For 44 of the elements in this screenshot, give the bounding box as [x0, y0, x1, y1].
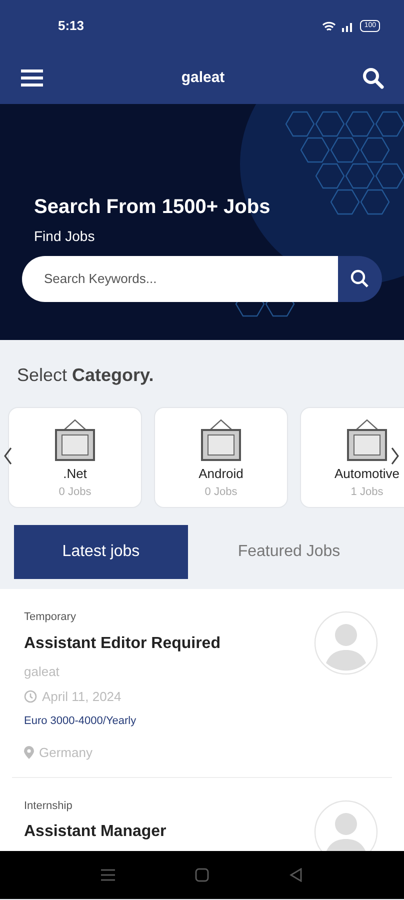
avatar-icon	[314, 611, 378, 675]
search-field[interactable]: Search Keywords...	[22, 256, 338, 302]
job-type: Temporary	[24, 610, 77, 625]
status-time: 5:13	[58, 17, 84, 36]
picture-frame-icon	[52, 418, 98, 462]
category-count: 0 Jobs	[58, 484, 92, 500]
picture-frame-icon	[198, 418, 244, 462]
menu-button[interactable]	[20, 69, 44, 87]
chevron-right-icon	[390, 447, 400, 465]
category-name: .Net	[63, 465, 87, 483]
category-count: 0 Jobs	[204, 484, 238, 500]
next-arrow[interactable]	[390, 447, 400, 465]
search-submit-button[interactable]	[338, 256, 382, 302]
category-card[interactable]: .Net 0 Jobs	[8, 407, 142, 508]
category-count: 1 Jobs	[350, 484, 384, 500]
picture-frame-icon	[344, 418, 390, 462]
category-card[interactable]: Automotive 1 Jobs	[300, 407, 404, 508]
hero-subheading: Find Jobs	[34, 227, 96, 246]
back-icon[interactable]	[289, 868, 303, 882]
salary: Euro 3000-4000/Yearly	[24, 714, 138, 728]
category-card[interactable]: Android 0 Jobs	[154, 407, 288, 508]
location-pin-icon	[24, 746, 34, 760]
wifi-icon	[322, 20, 336, 32]
chevron-left-icon	[3, 447, 13, 465]
job-title[interactable]: Assistant Manager	[24, 820, 380, 844]
job-location: Germany	[39, 744, 92, 762]
hero-heading: Search From 1500+ Jobs	[34, 195, 272, 220]
category-name: Android	[198, 465, 244, 483]
recents-icon[interactable]	[101, 869, 115, 881]
category-name: Automotive	[334, 465, 400, 483]
job-type: Internship	[24, 798, 74, 814]
company-name: galeat	[24, 662, 60, 681]
previous-arrow[interactable]	[3, 447, 13, 465]
app-title: galeat	[181, 68, 225, 88]
search-icon	[362, 67, 384, 89]
home-icon[interactable]	[195, 868, 209, 882]
search-button[interactable]	[362, 67, 384, 89]
clock-icon	[24, 690, 37, 704]
category-title: Select Category.	[16, 364, 155, 387]
tab[interactable]: Latest jobs	[14, 525, 188, 579]
menu-icon	[20, 69, 44, 87]
job-title[interactable]: Assistant Editor Required	[24, 632, 380, 656]
posted-date: April 11, 2024	[42, 688, 122, 706]
search-icon	[350, 269, 370, 289]
